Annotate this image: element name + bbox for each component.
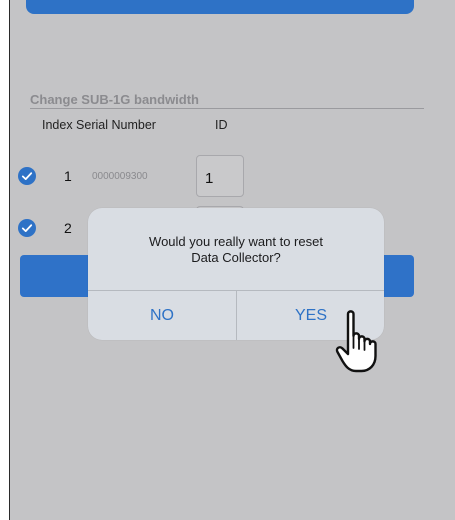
hand-pointer-icon — [335, 310, 377, 373]
check-icon — [21, 172, 33, 180]
dialog-message-line-2: Data Collector? — [191, 250, 281, 265]
top-action-bar[interactable] — [26, 0, 414, 14]
column-header-id: ID — [215, 118, 228, 132]
row-1-id-input[interactable]: 1 — [196, 155, 244, 197]
row-1-serial: 0000009300 — [92, 171, 148, 182]
dialog-message-line-1: Would you really want to reset — [149, 234, 323, 249]
check-icon — [21, 224, 33, 232]
section-title: Change SUB-1G bandwidth — [30, 92, 424, 109]
dialog-message: Would you really want to reset Data Coll… — [88, 234, 384, 266]
row-1-index: 1 — [64, 168, 72, 184]
row-2-index: 2 — [64, 220, 72, 236]
column-header-index-serial: Index Serial Number — [42, 118, 156, 132]
row-1-id-value: 1 — [205, 170, 214, 187]
dialog-no-button[interactable]: NO — [88, 291, 236, 340]
row-1-checkbox[interactable] — [18, 167, 36, 185]
row-2-checkbox[interactable] — [18, 219, 36, 237]
